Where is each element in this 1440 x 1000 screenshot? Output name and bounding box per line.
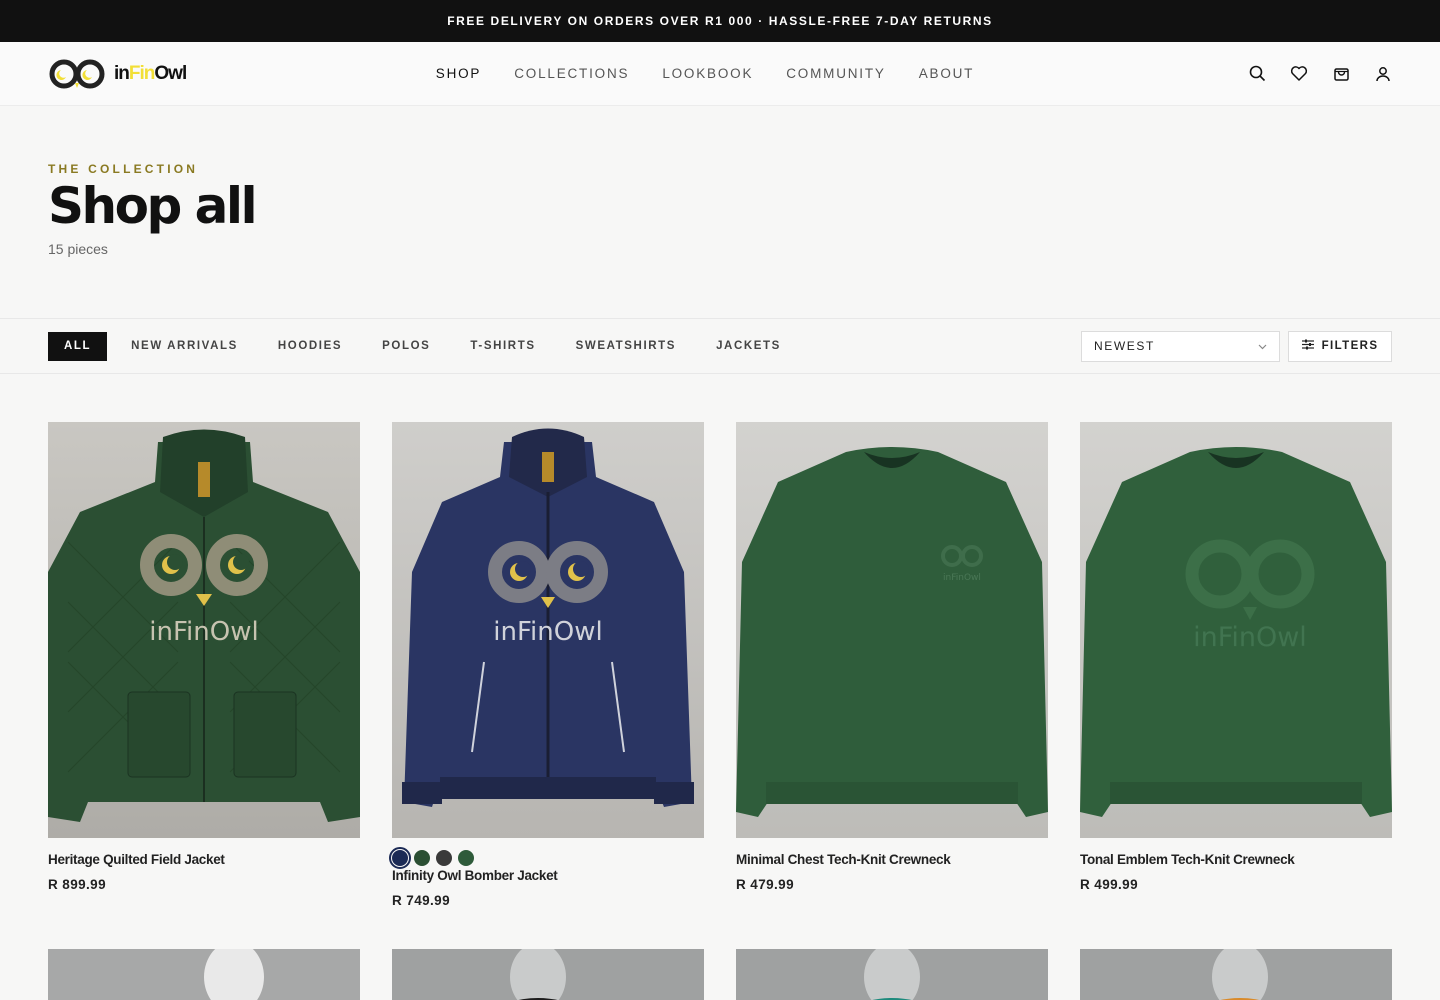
list-controls: NEWEST FILTERS xyxy=(1081,330,1392,362)
product-grid-row-2 xyxy=(0,949,1440,1000)
main-nav: SHOP COLLECTIONS LOOKBOOK COMMUNITY ABOU… xyxy=(436,66,974,81)
product-image[interactable] xyxy=(392,949,704,1000)
heart-icon[interactable] xyxy=(1290,65,1308,83)
sort-value: NEWEST xyxy=(1094,339,1155,353)
color-swatch[interactable] xyxy=(414,850,430,866)
infinity-owl-logo-icon xyxy=(48,57,106,91)
page-title: Shop all xyxy=(48,177,258,235)
item-count: 15 pieces xyxy=(48,240,108,257)
nav-about[interactable]: ABOUT xyxy=(919,66,975,81)
tab-new-arrivals[interactable]: NEW ARRIVALS xyxy=(115,332,254,361)
color-swatches xyxy=(389,847,704,869)
logo[interactable]: inFinOwl xyxy=(48,57,187,91)
product-card[interactable]: inFinOwl Tonal Emblem Tech-Knit Crewneck… xyxy=(1080,422,1392,949)
category-tabs: ALL NEW ARRIVALS HOODIES POLOS T-SHIRTS … xyxy=(48,331,797,361)
color-swatch[interactable] xyxy=(389,847,411,869)
product-card[interactable]: inFinOwl Minimal Chest Tech-Knit Crewnec… xyxy=(736,422,1048,949)
collection-eyebrow: THE COLLECTION xyxy=(48,162,199,176)
svg-text:inFinOwl: inFinOwl xyxy=(1193,622,1307,653)
announcement-bar: FREE DELIVERY ON ORDERS OVER R1 000 · HA… xyxy=(0,0,1440,42)
tab-all[interactable]: ALL xyxy=(48,331,108,361)
search-icon[interactable] xyxy=(1248,65,1266,83)
nav-lookbook[interactable]: LOOKBOOK xyxy=(662,66,753,81)
product-price: R 899.99 xyxy=(48,877,106,892)
product-image[interactable] xyxy=(736,949,1048,1000)
color-swatch[interactable] xyxy=(436,850,452,866)
tab-hoodies[interactable]: HOODIES xyxy=(262,332,358,361)
product-name[interactable]: Heritage Quilted Field Jacket xyxy=(48,852,360,867)
product-price: R 479.99 xyxy=(736,877,794,892)
svg-text:inFinOwl: inFinOwl xyxy=(943,573,981,583)
product-name[interactable]: Minimal Chest Tech-Knit Crewneck xyxy=(736,852,1048,867)
product-grid: inFinOwl Heritage Quilted Field Jacket R… xyxy=(0,374,1440,949)
filter-bar: ALL NEW ARRIVALS HOODIES POLOS T-SHIRTS … xyxy=(0,318,1440,374)
shopping-bag-icon[interactable] xyxy=(1332,65,1350,83)
product-card[interactable]: inFinOwl Heritage Quilted Field Jacket R… xyxy=(48,422,360,949)
product-image[interactable]: inFinOwl xyxy=(48,422,360,838)
sort-select[interactable]: NEWEST xyxy=(1081,330,1280,362)
site-header: inFinOwl SHOP COLLECTIONS LOOKBOOK COMMU… xyxy=(0,42,1440,106)
tab-t-shirts[interactable]: T-SHIRTS xyxy=(454,332,551,361)
sliders-icon xyxy=(1301,339,1314,353)
product-image[interactable]: inFinOwl xyxy=(736,422,1048,838)
nav-collections[interactable]: COLLECTIONS xyxy=(514,66,629,81)
logo-wordmark: inFinOwl xyxy=(114,62,187,84)
product-name[interactable]: Infinity Owl Bomber Jacket xyxy=(392,868,704,883)
user-icon[interactable] xyxy=(1374,65,1392,83)
product-name[interactable]: Tonal Emblem Tech-Knit Crewneck xyxy=(1080,852,1392,867)
chevron-down-icon xyxy=(1258,339,1267,353)
product-image[interactable]: inFinOwl xyxy=(392,422,704,838)
page-hero: THE COLLECTION Shop all 15 pieces xyxy=(0,106,1440,318)
svg-text:inFinOwl: inFinOwl xyxy=(149,617,258,647)
product-price: R 749.99 xyxy=(392,893,450,908)
svg-text:inFinOwl: inFinOwl xyxy=(493,617,602,647)
nav-shop[interactable]: SHOP xyxy=(436,66,481,81)
nav-community[interactable]: COMMUNITY xyxy=(786,66,885,81)
announcement-text: FREE DELIVERY ON ORDERS OVER R1 000 · HA… xyxy=(447,14,993,28)
tab-jackets[interactable]: JACKETS xyxy=(700,332,797,361)
filters-label: FILTERS xyxy=(1321,340,1379,352)
product-image[interactable] xyxy=(1080,949,1392,1000)
tab-polos[interactable]: POLOS xyxy=(366,332,446,361)
header-actions xyxy=(1248,65,1392,83)
product-image[interactable]: inFinOwl xyxy=(1080,422,1392,838)
color-swatch[interactable] xyxy=(458,850,474,866)
product-card[interactable]: inFinOwl Infinity Owl Bomber Jacket R 74… xyxy=(389,422,704,949)
product-image[interactable] xyxy=(48,949,360,1000)
tab-sweatshirts[interactable]: SWEATSHIRTS xyxy=(560,332,692,361)
filters-button[interactable]: FILTERS xyxy=(1288,330,1392,362)
product-price: R 499.99 xyxy=(1080,877,1138,892)
